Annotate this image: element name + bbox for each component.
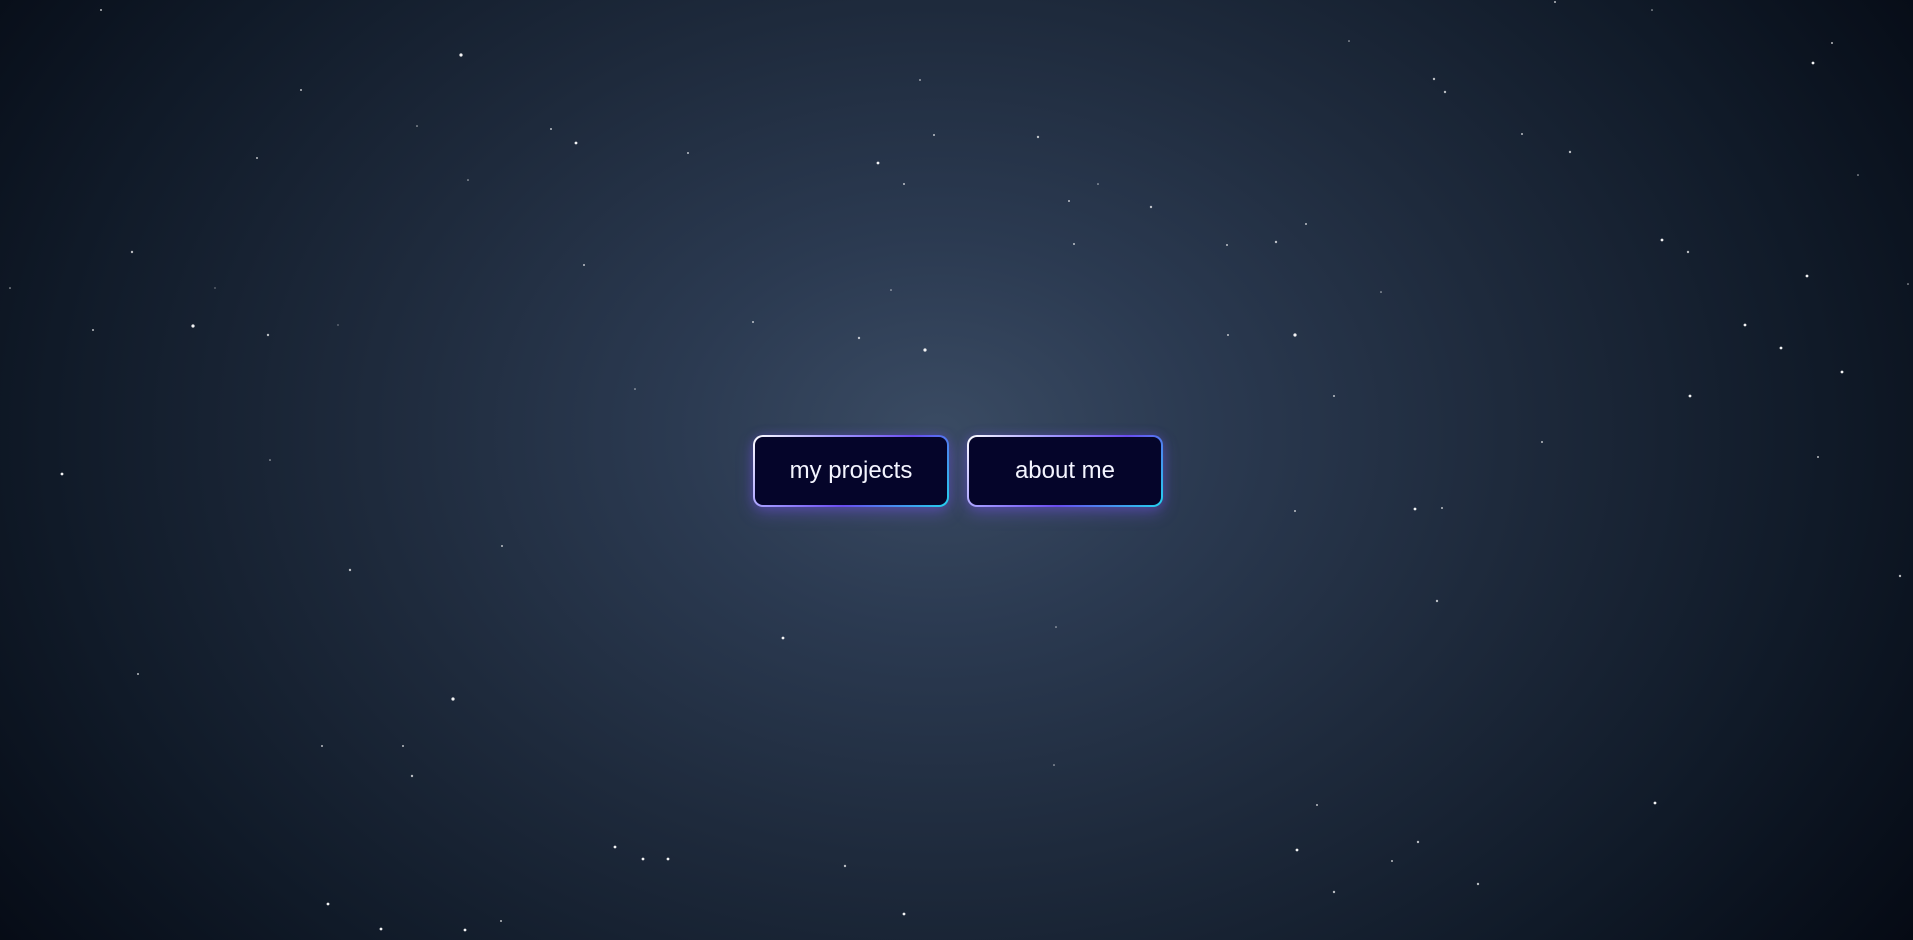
star-7 bbox=[214, 287, 216, 289]
star-71 bbox=[1055, 626, 1057, 628]
star-16 bbox=[634, 388, 636, 390]
star-44 bbox=[1413, 507, 1417, 511]
star-50 bbox=[1831, 42, 1833, 44]
star-83 bbox=[410, 774, 414, 778]
star-22 bbox=[876, 161, 880, 165]
star-74 bbox=[843, 864, 847, 868]
star-80 bbox=[463, 928, 467, 932]
star-21 bbox=[923, 348, 927, 352]
star-85 bbox=[451, 697, 455, 701]
star-6 bbox=[130, 250, 134, 254]
star-40 bbox=[1521, 133, 1523, 135]
star-25 bbox=[933, 134, 935, 136]
star-11 bbox=[266, 333, 270, 337]
star-2 bbox=[300, 89, 302, 91]
star-81 bbox=[379, 927, 383, 931]
star-90 bbox=[501, 545, 503, 547]
star-78 bbox=[613, 845, 617, 849]
star-4 bbox=[256, 157, 258, 159]
star-58 bbox=[1688, 394, 1692, 398]
star-87 bbox=[348, 568, 352, 572]
star-70 bbox=[1053, 764, 1055, 766]
star-56 bbox=[1686, 250, 1690, 254]
star-47 bbox=[1554, 1, 1556, 3]
star-86 bbox=[321, 745, 323, 747]
star-1 bbox=[459, 53, 463, 57]
star-29 bbox=[1097, 183, 1099, 185]
star-34 bbox=[1227, 334, 1229, 336]
star-49 bbox=[1811, 61, 1815, 65]
star-73 bbox=[902, 912, 906, 916]
star-8 bbox=[9, 287, 11, 289]
star-63 bbox=[1316, 804, 1318, 806]
star-45 bbox=[1294, 510, 1296, 512]
star-52 bbox=[1840, 370, 1844, 374]
star-43 bbox=[1441, 507, 1443, 509]
star-18 bbox=[752, 321, 754, 323]
star-77 bbox=[641, 857, 645, 861]
star-65 bbox=[1332, 890, 1336, 894]
main-navigation: my projects about me bbox=[753, 435, 1163, 507]
star-31 bbox=[1226, 244, 1228, 246]
star-36 bbox=[1333, 395, 1335, 397]
star-84 bbox=[402, 745, 404, 747]
star-26 bbox=[1036, 135, 1040, 139]
star-32 bbox=[1274, 240, 1278, 244]
star-68 bbox=[1476, 882, 1480, 886]
star-66 bbox=[1416, 840, 1420, 844]
star-61 bbox=[1898, 574, 1902, 578]
star-38 bbox=[1432, 77, 1436, 81]
star-33 bbox=[1305, 223, 1307, 225]
star-14 bbox=[574, 141, 578, 145]
star-41 bbox=[1568, 150, 1572, 154]
star-46 bbox=[1541, 441, 1543, 443]
star-89 bbox=[60, 472, 64, 476]
my-projects-button[interactable]: my projects bbox=[753, 435, 949, 507]
star-10 bbox=[191, 324, 195, 328]
star-76 bbox=[666, 857, 670, 861]
about-me-button[interactable]: about me bbox=[967, 435, 1163, 507]
star-69 bbox=[1653, 801, 1657, 805]
star-30 bbox=[1149, 205, 1153, 209]
star-88 bbox=[137, 673, 139, 675]
star-79 bbox=[500, 920, 502, 922]
star-62 bbox=[1435, 599, 1439, 603]
star-19 bbox=[857, 336, 861, 340]
star-13 bbox=[550, 128, 552, 130]
star-55 bbox=[1660, 238, 1664, 242]
star-57 bbox=[1817, 456, 1819, 458]
star-91 bbox=[269, 459, 271, 461]
star-51 bbox=[1805, 274, 1809, 278]
star-39 bbox=[1443, 90, 1447, 94]
star-24 bbox=[919, 79, 921, 81]
star-37 bbox=[1348, 40, 1350, 42]
star-15 bbox=[583, 264, 585, 266]
star-82 bbox=[326, 902, 330, 906]
star-59 bbox=[1857, 174, 1859, 176]
star-17 bbox=[687, 152, 689, 154]
star-54 bbox=[1779, 346, 1783, 350]
star-42 bbox=[1380, 291, 1382, 293]
star-53 bbox=[1743, 323, 1747, 327]
star-27 bbox=[1068, 200, 1070, 202]
star-23 bbox=[903, 183, 905, 185]
star-64 bbox=[1295, 848, 1299, 852]
star-9 bbox=[92, 329, 94, 331]
star-3 bbox=[416, 125, 418, 127]
star-28 bbox=[1073, 243, 1075, 245]
star-67 bbox=[1391, 860, 1393, 862]
star-5 bbox=[467, 179, 469, 181]
star-20 bbox=[890, 289, 892, 291]
star-60 bbox=[1907, 283, 1909, 285]
star-0 bbox=[100, 9, 102, 11]
star-12 bbox=[337, 324, 339, 326]
star-48 bbox=[1651, 9, 1653, 11]
star-35 bbox=[1293, 333, 1297, 337]
star-72 bbox=[781, 636, 785, 640]
